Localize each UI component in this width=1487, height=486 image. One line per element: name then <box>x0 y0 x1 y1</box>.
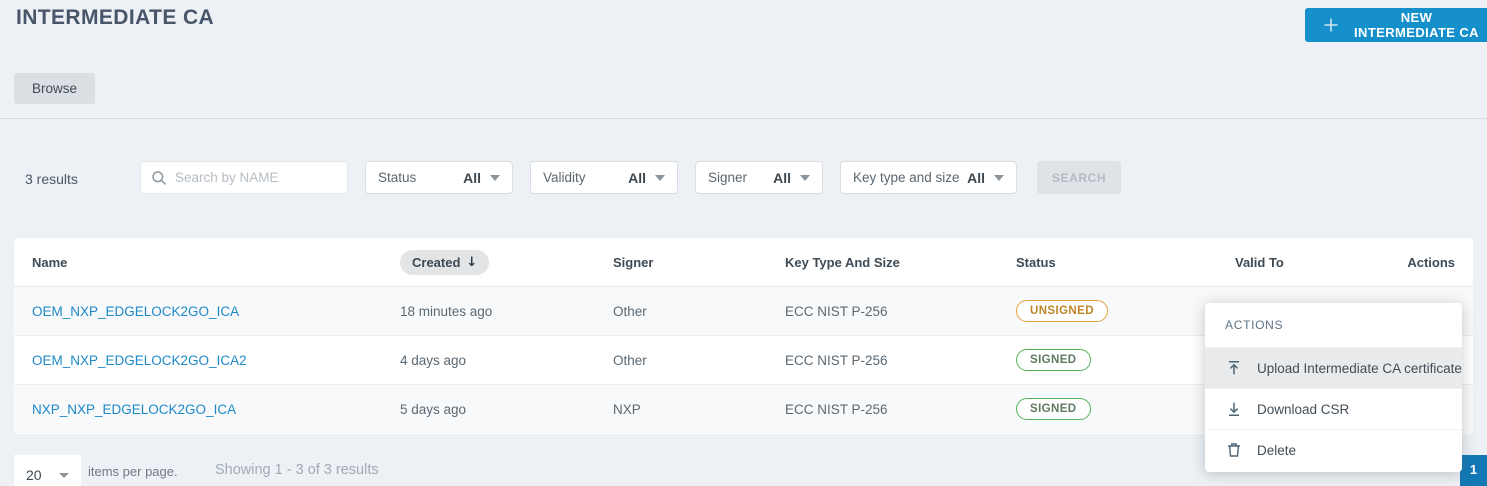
menu-item-upload-certificate[interactable]: Upload Intermediate CA certificate <box>1205 347 1462 388</box>
chevron-down-icon <box>800 174 810 181</box>
validity-filter-label: Validity <box>543 170 586 185</box>
chevron-down-icon <box>59 472 69 478</box>
status-filter-label: Status <box>378 170 417 185</box>
created-cell: 18 minutes ago <box>400 303 493 319</box>
signer-cell: NXP <box>613 401 641 417</box>
column-header-status[interactable]: Status <box>1016 255 1235 270</box>
search-box[interactable] <box>140 161 352 194</box>
page-title: INTERMEDIATE CA <box>16 6 215 29</box>
actions-menu: ACTIONS Upload Intermediate CA certifica… <box>1205 303 1462 472</box>
page: INTERMEDIATE CA NEW INTERMEDIATE CA Brow… <box>0 0 1487 486</box>
signer-cell: Other <box>613 352 647 368</box>
page-size-value: 20 <box>26 467 42 483</box>
ca-name-link[interactable]: OEM_NXP_EDGELOCK2GO_ICA2 <box>32 353 247 368</box>
signer-filter-label: Signer <box>708 170 748 185</box>
column-header-name[interactable]: Name <box>14 255 400 270</box>
browse-tab[interactable]: Browse <box>14 73 96 104</box>
trash-icon <box>1225 441 1243 459</box>
key-type-filter-dropdown[interactable]: Key type and size All <box>840 161 1017 194</box>
key-type-filter-value: All <box>967 169 985 186</box>
validity-filter-value: All <box>628 169 646 186</box>
ca-name-link[interactable]: NXP_NXP_EDGELOCK2GO_ICA <box>32 402 236 417</box>
actions-menu-title: ACTIONS <box>1225 318 1284 332</box>
menu-item-label: Download CSR <box>1257 401 1350 417</box>
key-type-cell: ECC NIST P-256 <box>785 352 888 368</box>
ca-name-link[interactable]: OEM_NXP_EDGELOCK2GO_ICA <box>32 304 239 319</box>
status-badge: SIGNED <box>1016 398 1091 420</box>
menu-item-delete[interactable]: Delete <box>1205 429 1462 470</box>
column-header-created-label: Created <box>412 254 461 270</box>
results-count: 3 results <box>25 171 78 187</box>
column-header-actions: Actions <box>1407 254 1455 270</box>
page-number-button[interactable]: 1 <box>1460 455 1487 486</box>
key-type-cell: ECC NIST P-256 <box>785 401 888 417</box>
column-header-valid-to[interactable]: Valid To <box>1235 255 1394 270</box>
items-per-page-label: items per page. <box>88 464 178 479</box>
column-header-signer[interactable]: Signer <box>613 255 785 270</box>
sort-descending-icon: ↓ <box>466 254 478 270</box>
column-header-created[interactable]: Created ↓ <box>400 249 613 275</box>
new-intermediate-ca-button[interactable]: NEW INTERMEDIATE CA <box>1305 8 1487 42</box>
download-icon <box>1225 400 1243 418</box>
page-size-select[interactable]: 20 <box>14 455 81 486</box>
key-type-cell: ECC NIST P-256 <box>785 303 888 319</box>
menu-item-download-csr[interactable]: Download CSR <box>1205 388 1462 429</box>
status-filter-value: All <box>463 169 481 186</box>
created-sort-pill[interactable]: Created ↓ <box>400 249 490 275</box>
new-intermediate-ca-label: NEW INTERMEDIATE CA <box>1354 10 1479 40</box>
search-input[interactable] <box>175 170 352 185</box>
search-button[interactable]: SEARCH <box>1037 161 1121 194</box>
chevron-down-icon <box>490 174 500 181</box>
signer-filter-dropdown[interactable]: Signer All <box>695 161 823 194</box>
validity-filter-dropdown[interactable]: Validity All <box>530 161 678 194</box>
results-summary: Showing 1 - 3 of 3 results <box>215 462 379 478</box>
created-cell: 5 days ago <box>400 401 467 417</box>
column-header-key-type[interactable]: Key Type And Size <box>785 255 1016 270</box>
signer-filter-value: All <box>773 169 791 186</box>
menu-item-label: Upload Intermediate CA certificate <box>1257 360 1462 376</box>
status-badge: SIGNED <box>1016 349 1091 371</box>
signer-cell: Other <box>613 303 647 319</box>
status-filter-dropdown[interactable]: Status All <box>365 161 513 194</box>
plus-icon <box>1323 17 1339 33</box>
created-cell: 4 days ago <box>400 352 467 368</box>
menu-item-label: Delete <box>1257 442 1297 458</box>
upload-icon <box>1225 359 1243 377</box>
key-type-filter-label: Key type and size <box>853 170 960 185</box>
table-header-row: Name Created ↓ Signer Key Type And Size … <box>14 238 1473 286</box>
status-badge: UNSIGNED <box>1016 300 1108 322</box>
header-divider <box>0 118 1487 119</box>
chevron-down-icon <box>994 174 1004 181</box>
search-icon <box>151 170 167 186</box>
chevron-down-icon <box>655 174 665 181</box>
